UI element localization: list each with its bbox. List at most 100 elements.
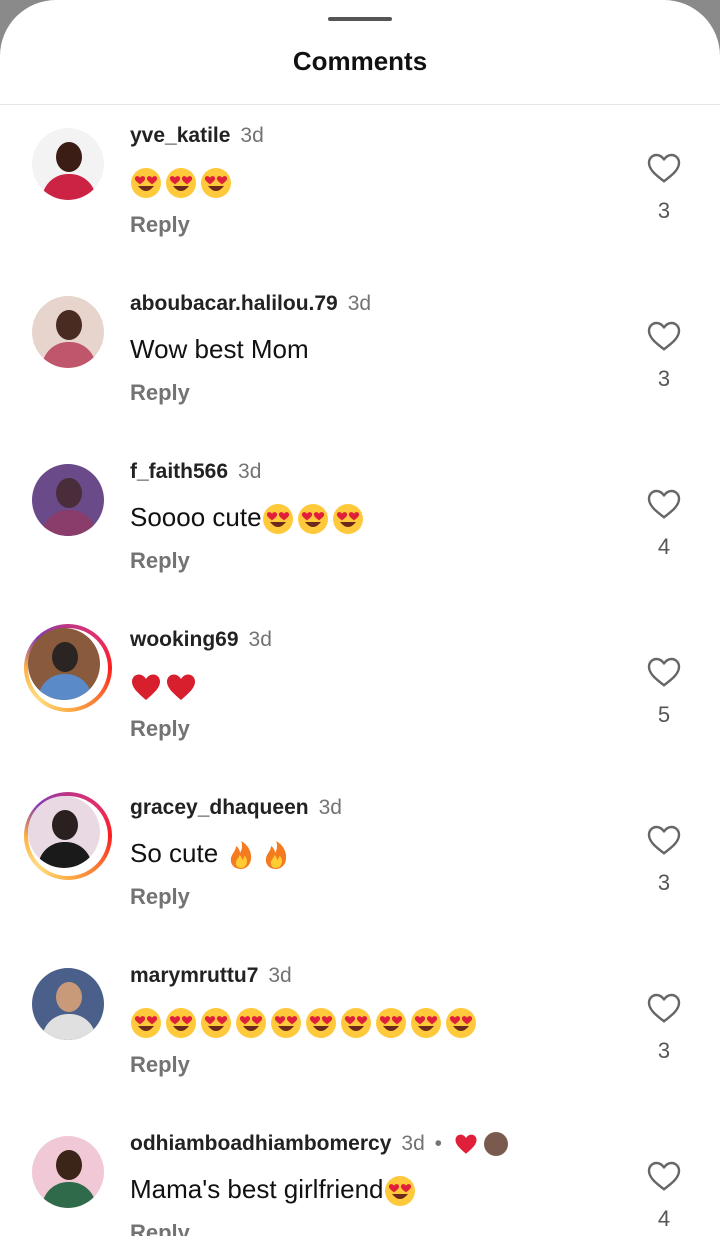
comment-item-odhiamboadhiambomercy: odhiamboadhiambomercy 3d • Mama's best gi… (0, 1112, 720, 1236)
avatar[interactable] (32, 296, 104, 368)
smiling-face-with-heart-eyes-icon (376, 1008, 406, 1039)
avatar-body (42, 174, 96, 200)
avatar-face (56, 1150, 82, 1180)
avatar[interactable] (32, 128, 104, 200)
comment-time: 3d (318, 796, 342, 819)
comment-text (130, 1006, 480, 1039)
author-avatar-mini (483, 1132, 508, 1157)
avatar[interactable] (32, 1136, 104, 1208)
comment-time: 3d (240, 124, 264, 147)
comment-text: So cute (130, 838, 295, 871)
comment-username[interactable]: aboubacar.halilou.79 (130, 292, 338, 315)
like-count: 5 (657, 702, 671, 727)
comments-list[interactable]: yve_katile 3d Reply 3 aboubacar.halilou.7… (0, 104, 720, 1236)
avatar-image (32, 968, 104, 1040)
like-heart-icon[interactable] (646, 150, 682, 184)
avatar-body (38, 674, 92, 700)
avatar-image (32, 128, 104, 200)
reply-button[interactable]: Reply (130, 1052, 190, 1078)
reply-button[interactable]: Reply (130, 884, 190, 910)
comment-text: Wow best Mom (130, 334, 309, 365)
red-heart-icon (132, 674, 160, 701)
comment-text-body: Soooo cute (130, 502, 262, 532)
like-count: 3 (657, 366, 671, 391)
comment-item-f_faith566: f_faith566 3d Soooo cute Reply 4 (0, 440, 720, 608)
comment-item-yve_katile: yve_katile 3d Reply 3 (0, 104, 720, 272)
avatar[interactable] (32, 464, 104, 536)
like-heart-icon[interactable] (646, 990, 682, 1024)
avatar-story-ring[interactable] (24, 624, 112, 712)
avatar-face (56, 142, 82, 172)
like-heart-icon[interactable] (646, 654, 682, 688)
avatar-body (42, 1182, 96, 1208)
smiling-face-with-heart-eyes-icon (131, 168, 161, 199)
comment-meta: yve_katile 3d (130, 124, 264, 148)
like-heart-icon[interactable] (646, 318, 682, 352)
red-heart-icon (167, 674, 195, 701)
avatar[interactable] (32, 968, 104, 1040)
comment-username[interactable]: gracey_dhaqueen (130, 796, 309, 819)
avatar-face (56, 310, 82, 340)
reply-button[interactable]: Reply (130, 380, 190, 406)
comment-text: Soooo cute (130, 502, 367, 535)
comment-meta: wooking69 3d (130, 628, 272, 652)
like-count: 3 (657, 198, 671, 223)
reply-button[interactable]: Reply (130, 716, 190, 742)
reply-button[interactable]: Reply (130, 1220, 190, 1236)
comment-username[interactable]: marymruttu7 (130, 964, 258, 987)
separator-dot: • (434, 1132, 442, 1155)
smiling-face-with-heart-eyes-icon (306, 1008, 336, 1039)
comment-time: 3d (401, 1132, 425, 1155)
comment-text-body: Mama's best girlfriend (130, 1174, 384, 1204)
smiling-face-with-heart-eyes-icon (166, 168, 196, 199)
liked-by-author-heart-icon (455, 1135, 477, 1155)
avatar-face (52, 810, 78, 840)
avatar-face (56, 478, 82, 508)
avatar-story-ring[interactable] (24, 792, 112, 880)
smiling-face-with-heart-eyes-icon (411, 1008, 441, 1039)
smiling-face-with-heart-eyes-icon (201, 168, 231, 199)
avatar-body (42, 510, 96, 536)
comment-meta: f_faith566 3d (130, 460, 261, 484)
smiling-face-with-heart-eyes-icon (297, 504, 328, 535)
comment-time: 3d (268, 964, 292, 987)
like-count: 4 (657, 1206, 671, 1231)
comment-time: 3d (238, 460, 262, 483)
smiling-face-with-heart-eyes-icon (446, 1008, 476, 1039)
comment-item-aboubacar.halilou.79: aboubacar.halilou.79 3d Wow best Mom Repl… (0, 272, 720, 440)
comment-time: 3d (347, 292, 372, 315)
smiling-face-with-heart-eyes-icon (166, 1008, 196, 1039)
comment-meta: gracey_dhaqueen 3d (130, 796, 342, 820)
like-count: 4 (657, 534, 671, 559)
like-heart-icon[interactable] (646, 1158, 682, 1192)
avatar-image (32, 464, 104, 536)
comments-sheet: Comments yve_katile 3d Reply 3 aboubacar.… (0, 0, 720, 1236)
like-heart-icon[interactable] (646, 822, 682, 856)
comment-item-marymruttu7: marymruttu7 3d Reply 3 (0, 944, 720, 1112)
like-heart-icon[interactable] (646, 486, 682, 520)
comment-time: 3d (248, 628, 272, 651)
comment-username[interactable]: odhiamboadhiambomercy (130, 1132, 391, 1155)
comment-username[interactable]: yve_katile (130, 124, 230, 147)
smiling-face-with-heart-eyes-icon (271, 1008, 301, 1039)
drag-handle[interactable] (328, 17, 392, 21)
like-count: 3 (657, 870, 671, 895)
avatar-body (38, 842, 92, 868)
fire-icon (231, 841, 252, 870)
comment-text-body: So cute (130, 838, 226, 868)
smiling-face-with-heart-eyes-icon (236, 1008, 266, 1039)
comment-username[interactable]: f_faith566 (130, 460, 228, 483)
avatar-face (56, 982, 82, 1012)
avatar-face (52, 642, 78, 672)
comment-meta: odhiamboadhiambomercy 3d • (130, 1132, 508, 1157)
comment-text (130, 166, 235, 199)
smiling-face-with-heart-eyes-icon (131, 1008, 161, 1039)
comment-text (130, 670, 200, 703)
reply-button[interactable]: Reply (130, 548, 190, 574)
avatar-image (32, 296, 104, 368)
reply-button[interactable]: Reply (130, 212, 190, 238)
comment-username[interactable]: wooking69 (130, 628, 239, 651)
comment-meta: aboubacar.halilou.79 3d (130, 292, 371, 316)
comment-meta: marymruttu7 3d (130, 964, 292, 988)
comment-text-body: Wow best Mom (130, 334, 309, 364)
